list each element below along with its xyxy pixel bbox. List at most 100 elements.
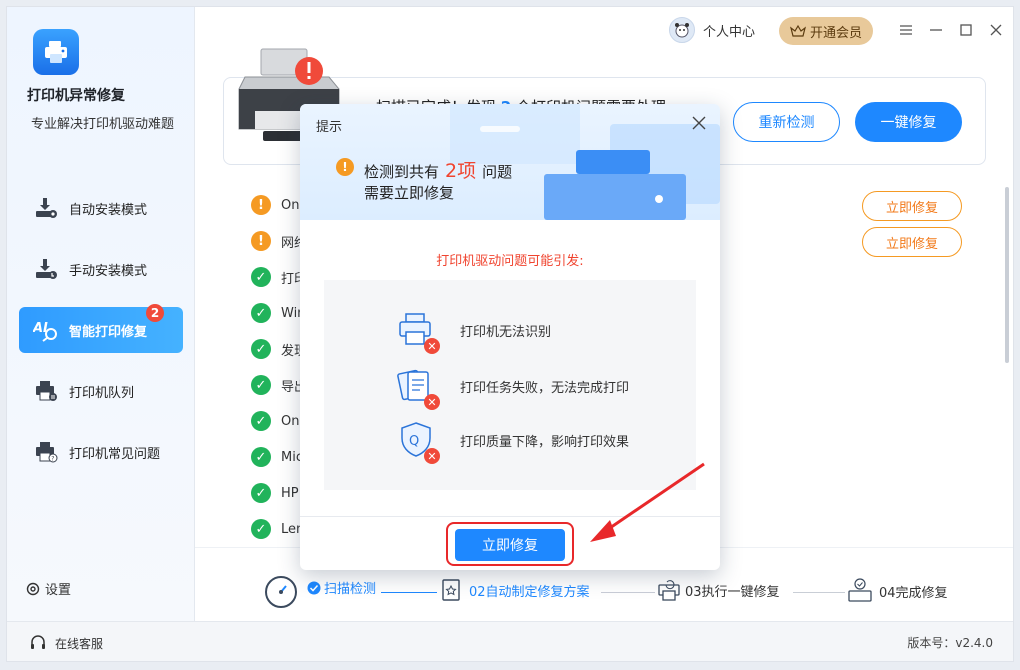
step-complete: 04完成修复 — [847, 578, 948, 604]
manual-install-icon — [33, 256, 59, 282]
gauge-icon — [265, 576, 297, 608]
sidebar-item-printer-queue[interactable]: 打印机队列 — [19, 368, 183, 414]
step-label: 02自动制定修复方案 — [469, 584, 590, 600]
online-service-label: 在线客服 — [55, 636, 104, 651]
sidebar-nav: 自动安装模式 手动安装模式 AI 智能打印修复 2 打印机队列 ? 打印机常见问… — [19, 185, 183, 490]
detected-text-pre: 检测到共有 — [364, 163, 440, 181]
red-arrow-annotation — [590, 462, 705, 542]
minimize-button[interactable] — [925, 19, 947, 41]
dialog-close-button[interactable] — [692, 114, 706, 135]
printer-refresh-icon — [658, 580, 680, 601]
crown-icon — [789, 24, 806, 37]
dialog-title: 提示 — [316, 120, 343, 135]
auto-install-icon — [33, 195, 59, 221]
notification-badge: 2 — [146, 304, 164, 322]
one-click-repair-button[interactable]: 一键修复 — [855, 102, 962, 142]
check-icon: ✓ — [251, 519, 271, 539]
sidebar-item-label: 智能打印修复 — [69, 324, 148, 340]
app-title: 打印机异常修复 — [27, 88, 125, 104]
close-icon — [990, 24, 1002, 36]
consequence-item: ✕ 打印任务失败，无法完成打印 — [396, 366, 630, 410]
step-label: 扫描检测 — [324, 582, 377, 597]
printer-complete-icon — [848, 578, 872, 602]
warning-icon: ! — [336, 158, 354, 176]
open-vip-button[interactable]: 开通会员 — [779, 17, 873, 45]
check-circle-icon — [307, 581, 321, 594]
printer-wrench-icon — [45, 41, 67, 63]
vip-label: 开通会员 — [809, 25, 862, 41]
avatar — [669, 17, 695, 43]
minimize-icon — [930, 29, 942, 31]
document-star-icon — [442, 579, 460, 601]
error-badge-icon: ✕ — [424, 394, 440, 410]
dialog-header: 提示 ! 检测到共有 2项 问题 需要立即修复 — [300, 104, 720, 220]
documents-error-icon: ✕ — [396, 366, 440, 410]
check-icon: ✓ — [251, 411, 271, 431]
sidebar-item-printer-faq[interactable]: ? 打印机常见问题 — [19, 429, 183, 475]
error-badge-icon: ✕ — [424, 338, 440, 354]
sidebar-item-smart-repair[interactable]: AI 智能打印修复 2 — [19, 304, 183, 353]
gear-icon — [26, 582, 40, 595]
consequence-label: 打印机无法识别 — [460, 324, 552, 340]
svg-text:Q: Q — [409, 434, 419, 449]
maximize-button[interactable] — [955, 19, 977, 41]
fix-now-button[interactable]: 立即修复 — [862, 227, 962, 257]
step-connector — [381, 592, 437, 593]
detected-text-post: 问题 — [482, 163, 513, 181]
app-logo — [33, 29, 79, 75]
sidebar: 打印机异常修复 专业解决打印机驱动难题 自动安装模式 手动安装模式 AI 智能打… — [7, 7, 195, 621]
check-icon: ✓ — [251, 339, 271, 359]
sidebar-item-label: 打印机常见问题 — [69, 446, 161, 462]
footer: 在线客服 版本号：v2.4.0 — [7, 621, 1013, 661]
need-fix-text: 需要立即修复 — [364, 184, 455, 202]
maximize-icon — [960, 24, 972, 36]
user-center-label: 个人中心 — [703, 24, 756, 40]
issue-label: HP — [281, 485, 299, 501]
step-connector — [601, 592, 655, 593]
step-label: 03执行一键修复 — [685, 584, 780, 600]
warning-icon: ! — [251, 195, 271, 215]
settings-label: 设置 — [45, 583, 72, 598]
highlight-box — [446, 522, 574, 566]
headset-icon — [31, 635, 45, 649]
sidebar-item-label: 打印机队列 — [69, 385, 135, 401]
sidebar-item-auto-install[interactable]: 自动安装模式 — [19, 185, 183, 231]
close-window-button[interactable] — [985, 19, 1007, 41]
warning-icon: ! — [251, 231, 271, 251]
online-service-button[interactable]: 在线客服 — [29, 634, 103, 652]
check-icon: ✓ — [251, 375, 271, 395]
recheck-button[interactable]: 重新检测 — [733, 102, 840, 142]
step-execute: 03执行一键修复 — [657, 578, 780, 602]
step-label: 04完成修复 — [879, 585, 948, 601]
close-icon — [692, 116, 706, 130]
consequence-item: ✕ 打印机无法识别 — [396, 310, 552, 354]
step-connector — [793, 592, 845, 593]
app-subtitle: 专业解决打印机驱动难题 — [31, 117, 175, 132]
user-center-button[interactable]: 个人中心 — [669, 17, 755, 43]
fix-now-button[interactable]: 立即修复 — [862, 191, 962, 221]
sidebar-item-label: 自动安装模式 — [69, 202, 148, 218]
detected-summary: ! 检测到共有 2项 问题 — [336, 156, 513, 183]
consequences-panel: ✕ 打印机无法识别 ✕ 打印任务失败，无法完成打印 Q ✕ 打印质量下降，影响打… — [324, 280, 696, 490]
consequences-title: 打印机驱动问题可能引发: — [436, 254, 584, 269]
menu-icon — [900, 25, 912, 35]
check-icon: ✓ — [251, 447, 271, 467]
printer-faq-icon: ? — [33, 439, 59, 465]
check-icon: ✓ — [251, 483, 271, 503]
scrollbar[interactable] — [1005, 187, 1009, 363]
error-badge-icon: ✕ — [424, 448, 440, 464]
consequence-label: 打印任务失败，无法完成打印 — [460, 380, 630, 396]
check-icon: ✓ — [251, 303, 271, 323]
version-label: 版本号：v2.4.0 — [907, 636, 993, 650]
quality-error-icon: Q ✕ — [396, 420, 440, 464]
step-scan: 扫描检测 — [307, 578, 376, 597]
consequence-label: 打印质量下降，影响打印效果 — [460, 434, 630, 450]
smart-repair-icon: AI — [33, 317, 59, 343]
detected-count: 2项 — [445, 160, 477, 182]
consequence-item: Q ✕ 打印质量下降，影响打印效果 — [396, 420, 630, 464]
svg-text:?: ? — [51, 456, 54, 463]
sidebar-item-manual-install[interactable]: 手动安装模式 — [19, 246, 183, 292]
menu-button[interactable] — [895, 19, 917, 41]
check-icon: ✓ — [251, 267, 271, 287]
settings-button[interactable]: 设置 — [25, 579, 71, 598]
